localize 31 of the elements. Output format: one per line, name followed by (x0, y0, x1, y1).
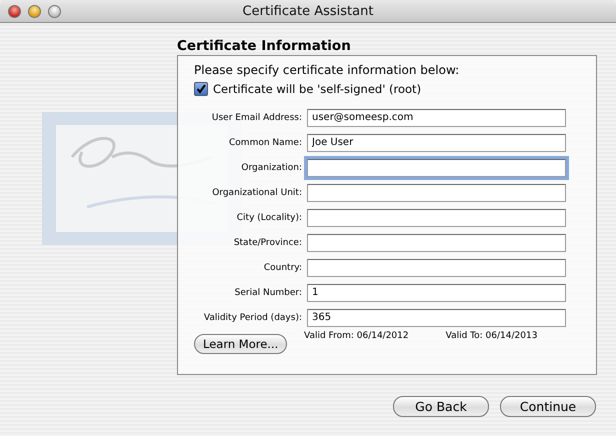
field-label: Organizational Unit: (211, 188, 302, 198)
field-label: Organization: (240, 162, 302, 172)
text-field[interactable]: 365 (307, 308, 566, 326)
valid-to-text: Valid To: 06/14/2013 (446, 331, 538, 341)
section-heading: Certificate Information (177, 38, 352, 54)
checkmark-icon (196, 84, 206, 94)
close-button[interactable] (8, 4, 21, 18)
field-label: Serial Number: (234, 288, 302, 298)
valid-from-text: Valid From: 06/14/2012 (304, 331, 409, 341)
zoom-button[interactable] (48, 4, 61, 18)
instructions-text: Please specify certificate information below: (194, 63, 460, 77)
field-label: State/Province: (232, 238, 302, 248)
field-label: City (Locality): (236, 212, 302, 222)
window-title: Certificate Assistant (242, 4, 374, 18)
minimize-button[interactable] (28, 4, 41, 18)
text-field[interactable] (307, 184, 566, 202)
text-field[interactable] (307, 158, 566, 176)
text-field[interactable]: user@someesp.com (307, 108, 566, 126)
checkbox-label: Certificate will be 'self-signed' (root) (213, 82, 422, 96)
text-field[interactable] (307, 208, 566, 226)
field-label: Country: (262, 262, 302, 272)
go-back-button[interactable]: Go Back (393, 396, 489, 417)
checkbox[interactable] (194, 82, 208, 96)
text-field[interactable] (307, 258, 566, 276)
field-label: Common Name: (228, 138, 302, 148)
text-field[interactable]: 1 (307, 284, 566, 302)
text-field[interactable] (307, 234, 566, 252)
field-label: Validity Period (days): (202, 312, 302, 322)
field-label: User Email Address: (210, 112, 302, 122)
learn-more-button[interactable]: Learn More... (194, 334, 288, 354)
continue-button[interactable]: Continue (500, 396, 596, 417)
